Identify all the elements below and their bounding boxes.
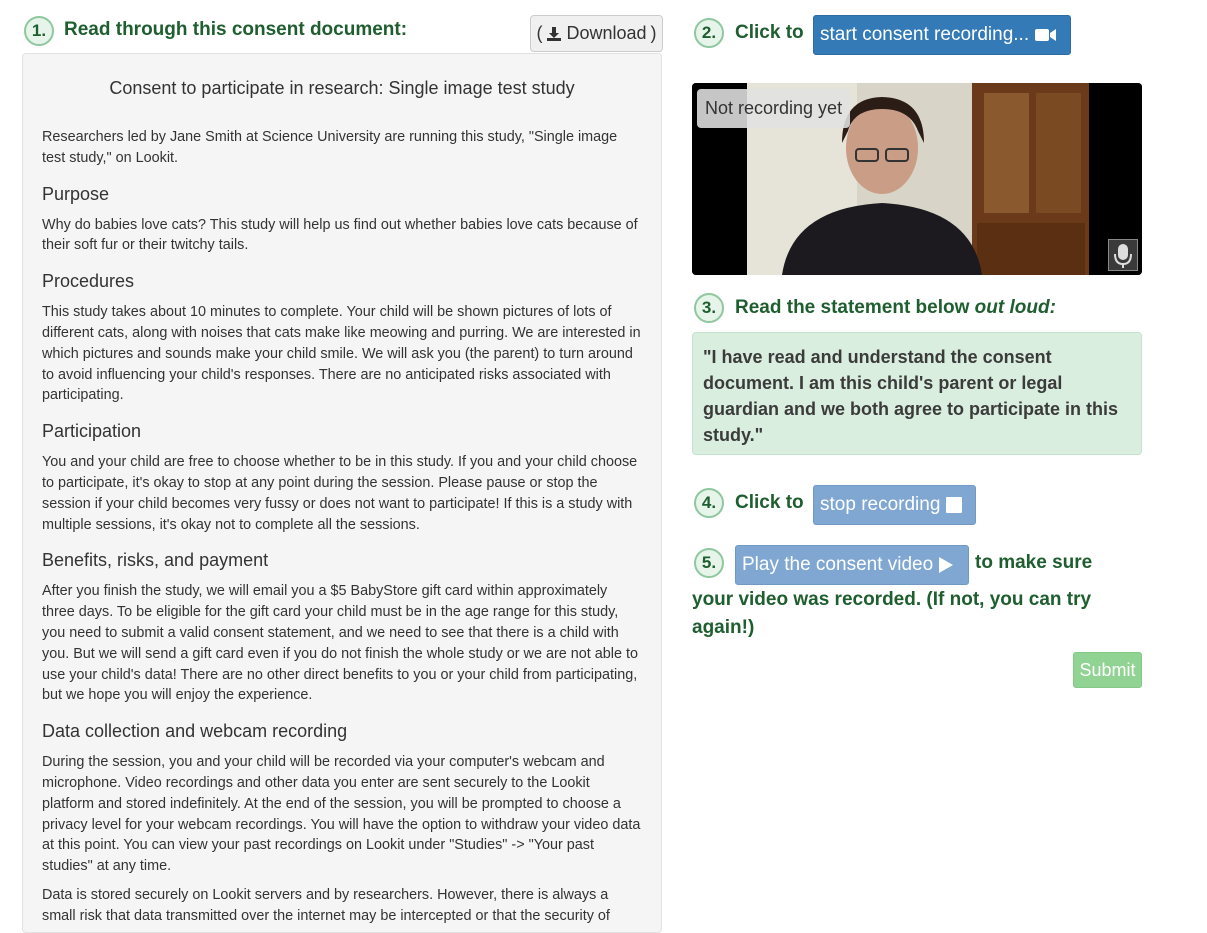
consent-document[interactable]: Consent to participate in research: Sing… [22,53,662,933]
step-3-emphasis: out loud: [974,297,1056,318]
step-5-text-line3: again!) [692,617,755,638]
play-video-label: Play the consent video [742,554,934,575]
step-3-text: Read the statement below [735,297,975,318]
stop-recording-label: stop recording [820,494,941,515]
step-4-label: Click to [735,492,804,513]
recording-status: Not recording yet [697,89,851,128]
consent-intro: Researchers led by Jane Smith at Science… [42,129,618,166]
consent-document-title: Consent to participate in research: Sing… [109,78,575,98]
step-5-number: 5. [694,548,724,578]
download-button[interactable]: ( Download ) [530,15,663,52]
section-text-purpose: Why do babies love cats? This study will… [42,216,638,254]
section-text-data-security: Data is stored securely on Lookit server… [42,886,610,924]
step-2-label: Click to [735,22,804,43]
section-text-benefits: After you finish the study, we will emai… [42,583,638,704]
microphone-icon [1108,239,1138,271]
section-heading-data-collection: Data collection and webcam recording [42,721,348,742]
section-heading-purpose: Purpose [42,183,110,204]
step-1-label: Read through this consent document: [64,19,408,40]
play-consent-video-button[interactable]: Play the consent video [735,545,969,585]
download-open-paren: ( [536,23,543,43]
section-heading-procedures: Procedures [42,271,135,292]
step-3-label: Read the statement below out loud: [735,296,1056,320]
download-icon [547,26,562,41]
stop-square-icon [946,497,963,513]
section-heading-benefits: Benefits, risks, and payment [42,550,269,571]
stop-recording-button[interactable]: stop recording [813,485,976,525]
video-camera-icon [1035,29,1057,41]
step-2-number: 2. [694,18,724,48]
start-consent-recording-button[interactable]: start consent recording... [813,15,1071,55]
download-close-paren: ) [650,23,657,43]
submit-button[interactable]: Submit [1073,652,1142,688]
start-recording-label: start consent recording... [820,24,1030,45]
section-text-data-collection: During the session, you and your child w… [42,754,641,875]
step-3-number: 3. [694,293,724,323]
step-5-text-line2: your video was recorded. (If not, you ca… [692,589,1092,610]
section-text-participation: You and your child are free to choose wh… [42,454,638,533]
step-4-number: 4. [694,488,724,518]
consent-statement: "I have read and understand the consent … [692,332,1142,455]
section-text-procedures: This study takes about 10 minutes to com… [42,304,641,404]
section-heading-participation: Participation [42,421,142,442]
step-1-number: 1. [24,16,54,46]
play-triangle-icon [939,557,954,573]
download-label: Download [566,23,647,43]
step-5-text-line1: to make sure [975,552,1093,573]
webcam-preview: Not recording yet [692,83,1142,275]
